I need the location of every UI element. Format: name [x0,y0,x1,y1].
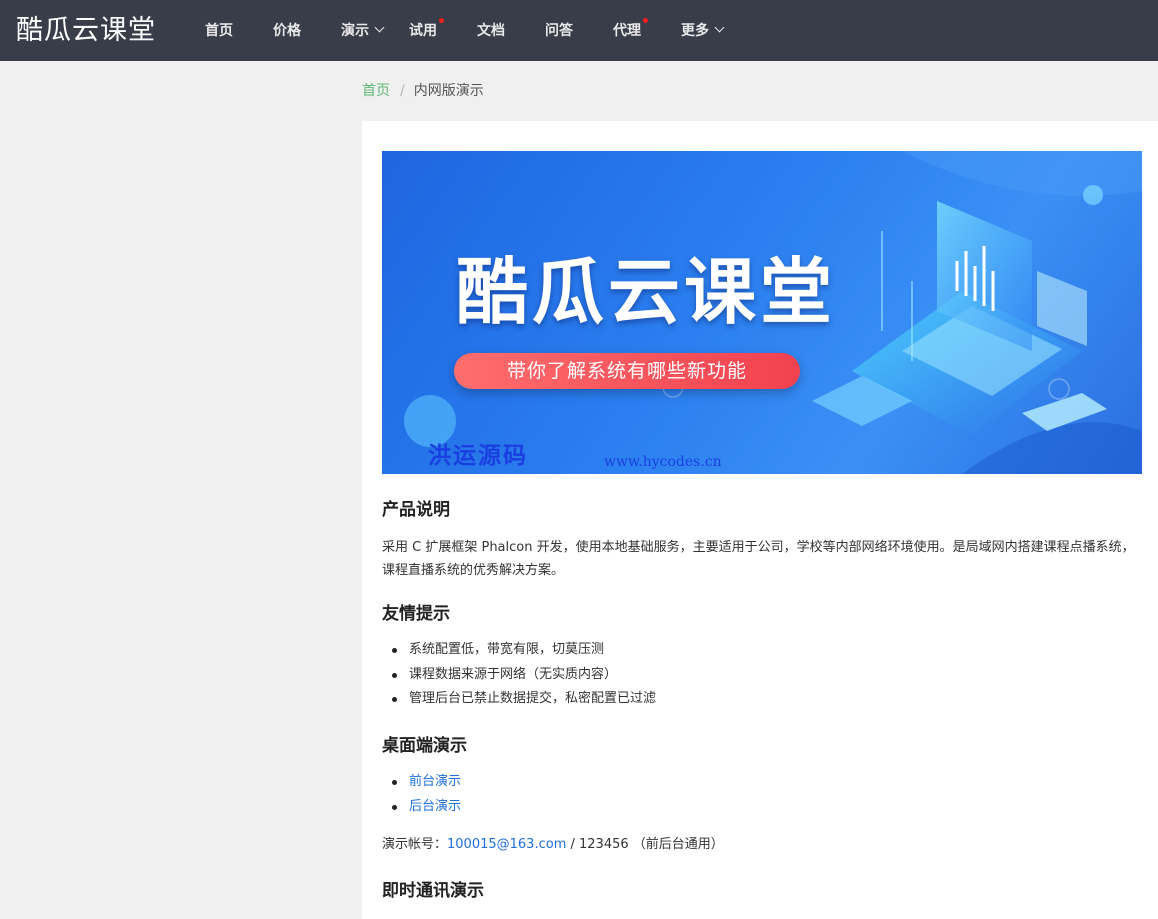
list-item: 课程数据来源于网络（无实质内容） [382,663,656,688]
watermark-text: 洪运源码 [428,442,528,469]
new-badge-dot [643,18,648,23]
list-item: 前台演示 [382,770,461,795]
account-email-link[interactable]: 100015@163.com [447,837,566,852]
account-label: 演示帐号： [382,837,448,852]
banner-subtitle-pill: 带你了解系统有哪些新功能 [454,353,800,389]
nav-more-label: 更多 [681,23,709,39]
heading-tips: 友情提示 [382,604,450,624]
account-credentials: / 123456 （前后台通用） [566,837,724,852]
nav-pricing[interactable]: 价格 [273,20,301,42]
breadcrumb: 首页 / 内网版演示 [362,80,484,102]
nav-agent-label: 代理 [613,23,641,39]
tips-list: 系统配置低，带宽有限，切莫压测 课程数据来源于网络（无实质内容） 管理后台已禁止… [382,638,656,712]
nav-trial[interactable]: 试用 [409,18,444,42]
content-card: 酷瓜云课堂 带你了解系统有哪些新功能 洪运源码 www.hycodes.cn 产… [362,121,1158,919]
nav-qa[interactable]: 问答 [545,20,573,42]
nav-demo[interactable]: 演示 [341,20,385,42]
nav-demo-label: 演示 [341,23,369,39]
breadcrumb-home-link[interactable]: 首页 [362,83,390,99]
list-item: 后台演示 [382,795,461,820]
list-item: 系统配置低，带宽有限，切莫压测 [382,638,656,663]
frontend-demo-link[interactable]: 前台演示 [409,774,461,789]
watermark-url: www.hycodes.cn [604,454,722,470]
demo-account: 演示帐号：100015@163.com / 123456 （前后台通用） [382,834,724,856]
banner-title: 酷瓜云课堂 [456,250,837,334]
breadcrumb-current: 内网版演示 [413,83,484,99]
heading-product: 产品说明 [382,500,450,520]
site-logo[interactable]: 酷瓜云课堂 [16,14,156,48]
nav-home[interactable]: 首页 [205,20,233,42]
nav-more[interactable]: 更多 [681,20,725,42]
heading-im-demo: 即时通讯演示 [382,881,484,901]
heading-desktop-demo: 桌面端演示 [382,736,467,756]
list-item: 管理后台已禁止数据提交，私密配置已过滤 [382,687,656,712]
breadcrumb-separator: / [400,83,405,99]
chevron-down-icon [714,22,725,33]
new-badge-dot [439,18,444,23]
product-description: 采用 C 扩展框架 Phalcon 开发，使用本地基础服务，主要适用于公司，学校… [382,540,1135,578]
nav-docs[interactable]: 文档 [477,20,505,42]
desktop-demo-list: 前台演示 后台演示 [382,770,461,819]
backend-demo-link[interactable]: 后台演示 [409,799,461,814]
nav-agent[interactable]: 代理 [613,18,648,42]
promo-banner: 酷瓜云课堂 带你了解系统有哪些新功能 洪运源码 www.hycodes.cn [382,151,1142,474]
chevron-down-icon [374,22,385,33]
nav-trial-label: 试用 [409,23,437,39]
top-navbar: 酷瓜云课堂 首页 价格 演示 试用 文档 问答 代理 更多 [0,0,1158,61]
